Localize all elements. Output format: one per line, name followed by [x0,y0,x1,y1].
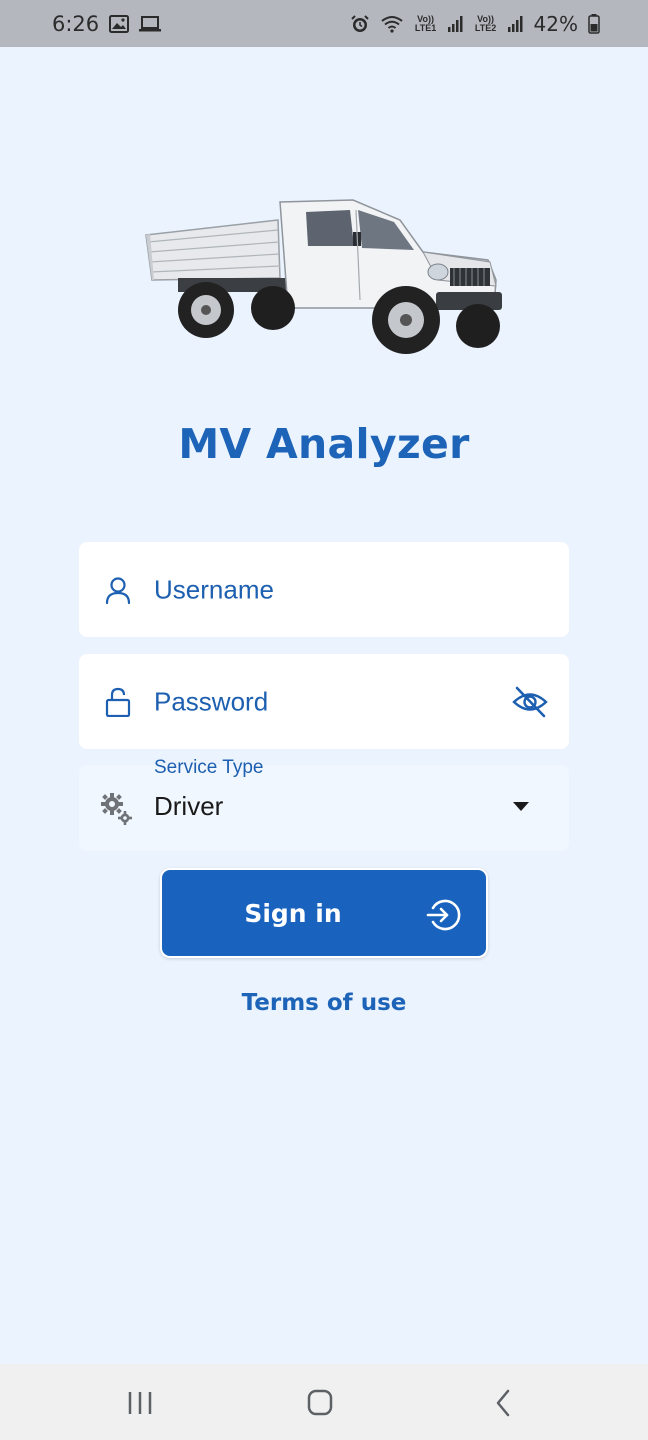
system-nav-bar [0,1364,648,1440]
back-icon[interactable] [484,1386,524,1420]
status-bar: 6:26 Vo)) LTE1 Vo)) LTE2 42% [0,0,648,47]
login-arrow-icon [426,899,461,931]
service-type-dropdown[interactable]: Service Type Driver [79,757,569,851]
service-type-value: Driver [154,791,224,821]
signal-icon-2 [507,15,523,32]
app-title: MV Analyzer [178,420,470,468]
battery-icon [588,13,600,34]
gears-icon [101,793,132,825]
gallery-icon [109,14,130,33]
lte1-label: Vo)) LTE1 [414,13,437,33]
service-type-label: Service Type [154,757,264,778]
sign-in-button[interactable]: Sign in [160,868,488,958]
alarm-icon [350,14,369,32]
battery-percent: 42% [533,11,578,36]
username-placeholder: Username [154,574,274,604]
home-icon[interactable] [300,1386,340,1420]
lock-icon [105,687,131,717]
terms-of-use-link[interactable]: Terms of use [0,990,648,1016]
status-left: 6:26 [52,11,162,36]
truck-illustration [145,199,502,354]
lte2-label: Vo)) LTE2 [474,13,497,33]
status-time: 6:26 [52,11,100,36]
laptop-icon [139,15,162,31]
status-right: Vo)) LTE1 Vo)) LTE2 42% [350,12,600,36]
person-icon [105,576,131,604]
password-placeholder: Password [154,686,269,716]
username-field[interactable]: Username [79,542,569,637]
recents-icon[interactable] [120,1386,160,1420]
sign-in-label: Sign in [244,898,342,928]
signal-icon-1 [447,15,463,32]
eye-off-icon[interactable] [511,685,549,719]
chevron-down-icon[interactable] [513,802,529,812]
wifi-icon [380,15,403,33]
password-field[interactable]: Password [79,654,569,749]
